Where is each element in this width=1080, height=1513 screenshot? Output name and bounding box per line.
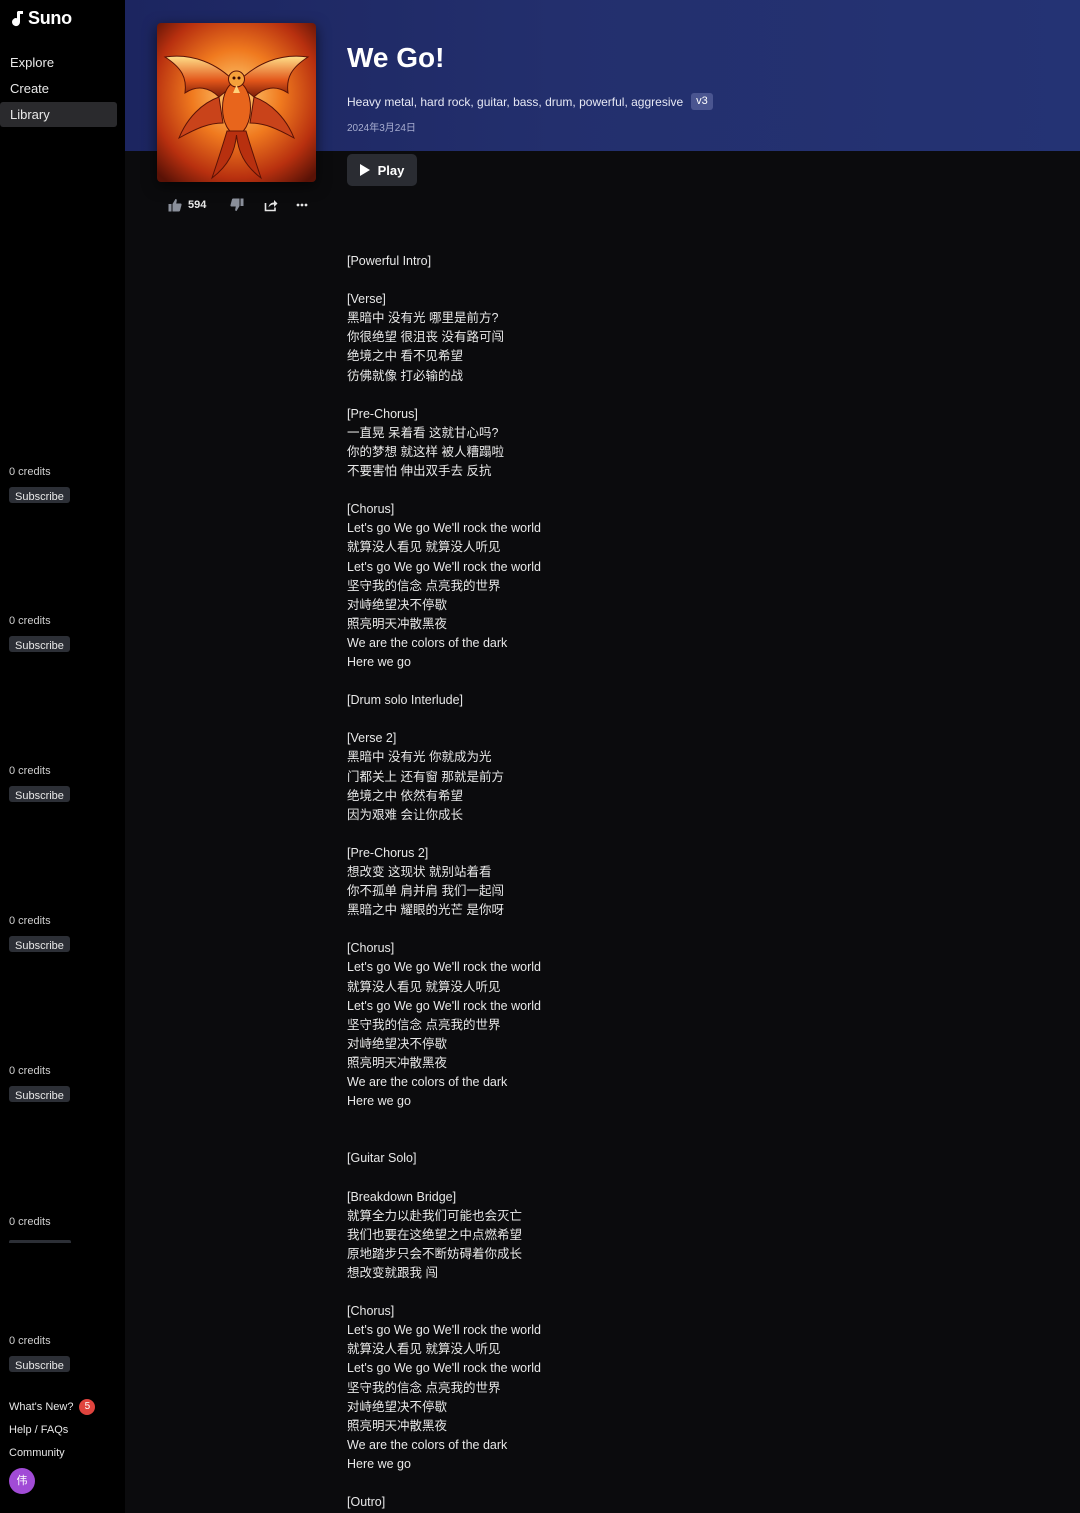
help-faqs-link[interactable]: Help / FAQs [9,1421,119,1444]
sidebar-footer: What's New? 5 Help / FAQs Community [9,1398,119,1467]
credits-block: 0 credits Subscribe [9,1335,70,1374]
subscribe-button[interactable]: Subscribe [9,1086,70,1102]
credits-block: 0 credits Subscribe [9,765,70,804]
subscribe-button[interactable]: Subscribe [9,936,70,952]
song-title: We Go! [347,42,445,73]
dislike-button[interactable] [230,198,244,212]
share-button[interactable] [264,198,278,212]
credits-count: 0 credits [9,765,51,777]
credits-block: 0 credits [9,1216,71,1243]
subscribe-button[interactable]: Subscribe [9,786,70,802]
like-button[interactable]: 594 [168,198,230,212]
sidebar-item-create[interactable]: Create [0,76,117,101]
credits-count: 0 credits [9,1335,51,1347]
credits-block: 0 credits Subscribe [9,915,70,954]
credits-count: 0 credits [9,615,51,627]
song-actions: 594 [168,196,308,214]
more-icon [296,203,308,207]
avatar[interactable]: 伟 [9,1468,35,1494]
credits-count: 0 credits [9,1065,51,1077]
more-button[interactable] [296,203,308,207]
play-button[interactable]: Play [347,154,417,186]
song-date: 2024年3月24日 [347,123,416,134]
subscribe-button[interactable]: Subscribe [9,1356,70,1372]
credits-count: 0 credits [9,466,51,478]
subscribe-button-clipped[interactable] [9,1240,71,1243]
credits-block: 0 credits Subscribe [9,1065,70,1104]
play-label: Play [377,162,405,178]
song-style-tags: Heavy metal, hard rock, guitar, bass, dr… [347,94,684,109]
credits-block: 0 credits Subscribe [9,615,70,654]
thumbs-down-icon [230,198,244,211]
credits-block: 0 credits Subscribe [9,466,70,505]
version-badge: v3 [691,93,713,110]
song-tags: Heavy metal, hard rock, guitar, bass, dr… [347,93,713,110]
like-count: 594 [188,199,207,211]
sidebar-item-library[interactable]: Library [0,102,117,127]
notification-badge: 5 [79,1399,96,1415]
song-cover-art [157,23,316,182]
suno-logo[interactable]: Suno [9,8,72,29]
credits-count: 0 credits [9,915,51,927]
community-link[interactable]: Community [9,1444,119,1467]
song-lyrics: [Powerful Intro] [Verse] 黑暗中 没有光 哪里是前方? … [347,254,541,1510]
phoenix-artwork-icon [157,23,316,182]
thumbs-up-icon [168,199,182,212]
whats-new-label: What's New? [9,1401,74,1413]
sidebar: Suno Explore Create Library 0 credits Su… [0,0,125,1513]
brand-name: Suno [28,8,72,28]
whats-new-link[interactable]: What's New? 5 [9,1398,119,1421]
suno-logo-icon [12,10,23,26]
share-icon [265,200,278,212]
credits-count: 0 credits [9,1216,51,1228]
subscribe-button[interactable]: Subscribe [9,487,70,503]
sidebar-item-explore[interactable]: Explore [0,50,117,75]
subscribe-button[interactable]: Subscribe [9,636,70,652]
play-icon [359,164,370,176]
sidebar-nav: Explore Create Library [0,50,125,128]
